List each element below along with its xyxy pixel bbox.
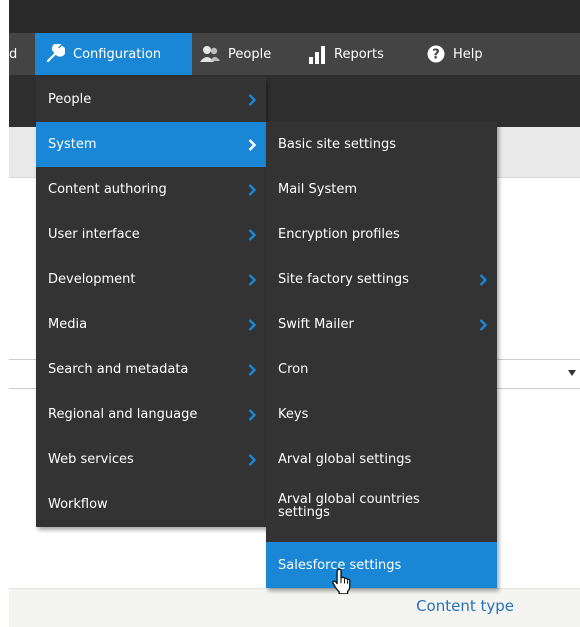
- tab-help-label: Help: [453, 46, 483, 62]
- submenu-item-salesforce-settings[interactable]: Salesforce settings: [266, 542, 497, 588]
- menu-item-workflow[interactable]: Workflow: [36, 482, 266, 527]
- menu-item-label: Web services: [48, 452, 134, 467]
- menu-item-search-and-metadata[interactable]: Search and metadata: [36, 347, 266, 392]
- submenu-item-mail-system[interactable]: Mail System: [266, 167, 497, 212]
- page-left-edge: [0, 0, 9, 626]
- menu-item-label: Search and metadata: [48, 362, 189, 377]
- submenu-item-label: Mail System: [278, 182, 358, 197]
- tab-configuration[interactable]: Configuration: [35, 33, 192, 75]
- submenu-item-label: Swift Mailer: [278, 317, 354, 332]
- submenu-item-arval-global-countries-settings[interactable]: Arval global countries settings: [266, 482, 497, 530]
- system-submenu: Basic site settings Mail System Encrypti…: [266, 122, 497, 588]
- chevron-right-icon: [479, 318, 487, 331]
- menu-item-media[interactable]: Media: [36, 302, 266, 347]
- chevron-right-icon: [248, 453, 256, 466]
- hand-pointer-icon: [332, 568, 351, 594]
- tab-help[interactable]: ? Help: [427, 33, 497, 75]
- toolbar-truncated-label: d: [9, 46, 18, 62]
- chevron-right-icon: [248, 93, 256, 106]
- menu-item-development[interactable]: Development: [36, 257, 266, 302]
- submenu-item-swift-mailer[interactable]: Swift Mailer: [266, 302, 497, 347]
- submenu-item-encryption-profiles[interactable]: Encryption profiles: [266, 212, 497, 257]
- submenu-item-label: Basic site settings: [278, 137, 397, 152]
- chevron-down-icon: [568, 370, 576, 376]
- submenu-item-label: Cron: [278, 362, 309, 377]
- admin-toolbar: d Configuration People Reports ? Help: [9, 33, 580, 75]
- menu-item-user-interface[interactable]: User interface: [36, 212, 266, 257]
- wrench-icon: [45, 44, 65, 64]
- chevron-right-icon: [248, 183, 256, 196]
- chevron-right-icon: [248, 228, 256, 241]
- submenu-item-label: Encryption profiles: [278, 227, 400, 242]
- svg-text:?: ?: [432, 48, 440, 63]
- menu-item-web-services[interactable]: Web services: [36, 437, 266, 482]
- menu-item-label: Media: [48, 317, 88, 332]
- menu-item-people[interactable]: People: [36, 77, 266, 122]
- configuration-dropdown-menu: People System Content authoring User int…: [36, 77, 266, 527]
- submenu-item-basic-site-settings[interactable]: Basic site settings: [266, 122, 497, 167]
- menu-item-label: User interface: [48, 227, 140, 242]
- people-icon: [199, 45, 221, 63]
- submenu-item-label: Site factory settings: [278, 272, 409, 287]
- content-type-link[interactable]: Content type: [416, 597, 514, 615]
- chevron-right-icon: [248, 318, 256, 331]
- menu-item-label: People: [48, 92, 92, 107]
- menu-item-label: Development: [48, 272, 136, 287]
- submenu-item-label: Keys: [278, 407, 309, 422]
- tab-people[interactable]: People: [199, 33, 289, 75]
- submenu-item-site-factory-settings[interactable]: Site factory settings: [266, 257, 497, 302]
- submenu-item-label: Arval global countries settings: [278, 492, 420, 520]
- tab-reports-label: Reports: [334, 46, 384, 62]
- chevron-right-icon: [248, 273, 256, 286]
- submenu-item-cron[interactable]: Cron: [266, 347, 497, 392]
- help-icon: ?: [427, 45, 445, 63]
- tab-people-label: People: [228, 46, 272, 62]
- bar-chart-icon: [307, 44, 327, 64]
- chevron-right-icon: [479, 273, 487, 286]
- submenu-item-label: Arval global settings: [278, 452, 412, 467]
- menu-item-content-authoring[interactable]: Content authoring: [36, 167, 266, 212]
- chevron-right-icon: [248, 138, 256, 151]
- menu-item-label: System: [48, 137, 97, 152]
- chevron-right-icon: [248, 363, 256, 376]
- chevron-right-icon: [248, 408, 256, 421]
- submenu-item-arval-global-settings[interactable]: Arval global settings: [266, 437, 497, 482]
- menu-item-label: Regional and language: [48, 407, 198, 422]
- menu-item-system[interactable]: System: [36, 122, 266, 167]
- tab-configuration-label: Configuration: [73, 46, 162, 62]
- submenu-item-keys[interactable]: Keys: [266, 392, 497, 437]
- tab-reports[interactable]: Reports: [307, 33, 402, 75]
- menu-item-label: Content authoring: [48, 182, 167, 197]
- admin-top-bar: [9, 0, 580, 33]
- toolbar-item-truncated[interactable]: d: [9, 33, 19, 75]
- menu-item-label: Workflow: [48, 497, 108, 512]
- menu-item-regional-and-language[interactable]: Regional and language: [36, 392, 266, 437]
